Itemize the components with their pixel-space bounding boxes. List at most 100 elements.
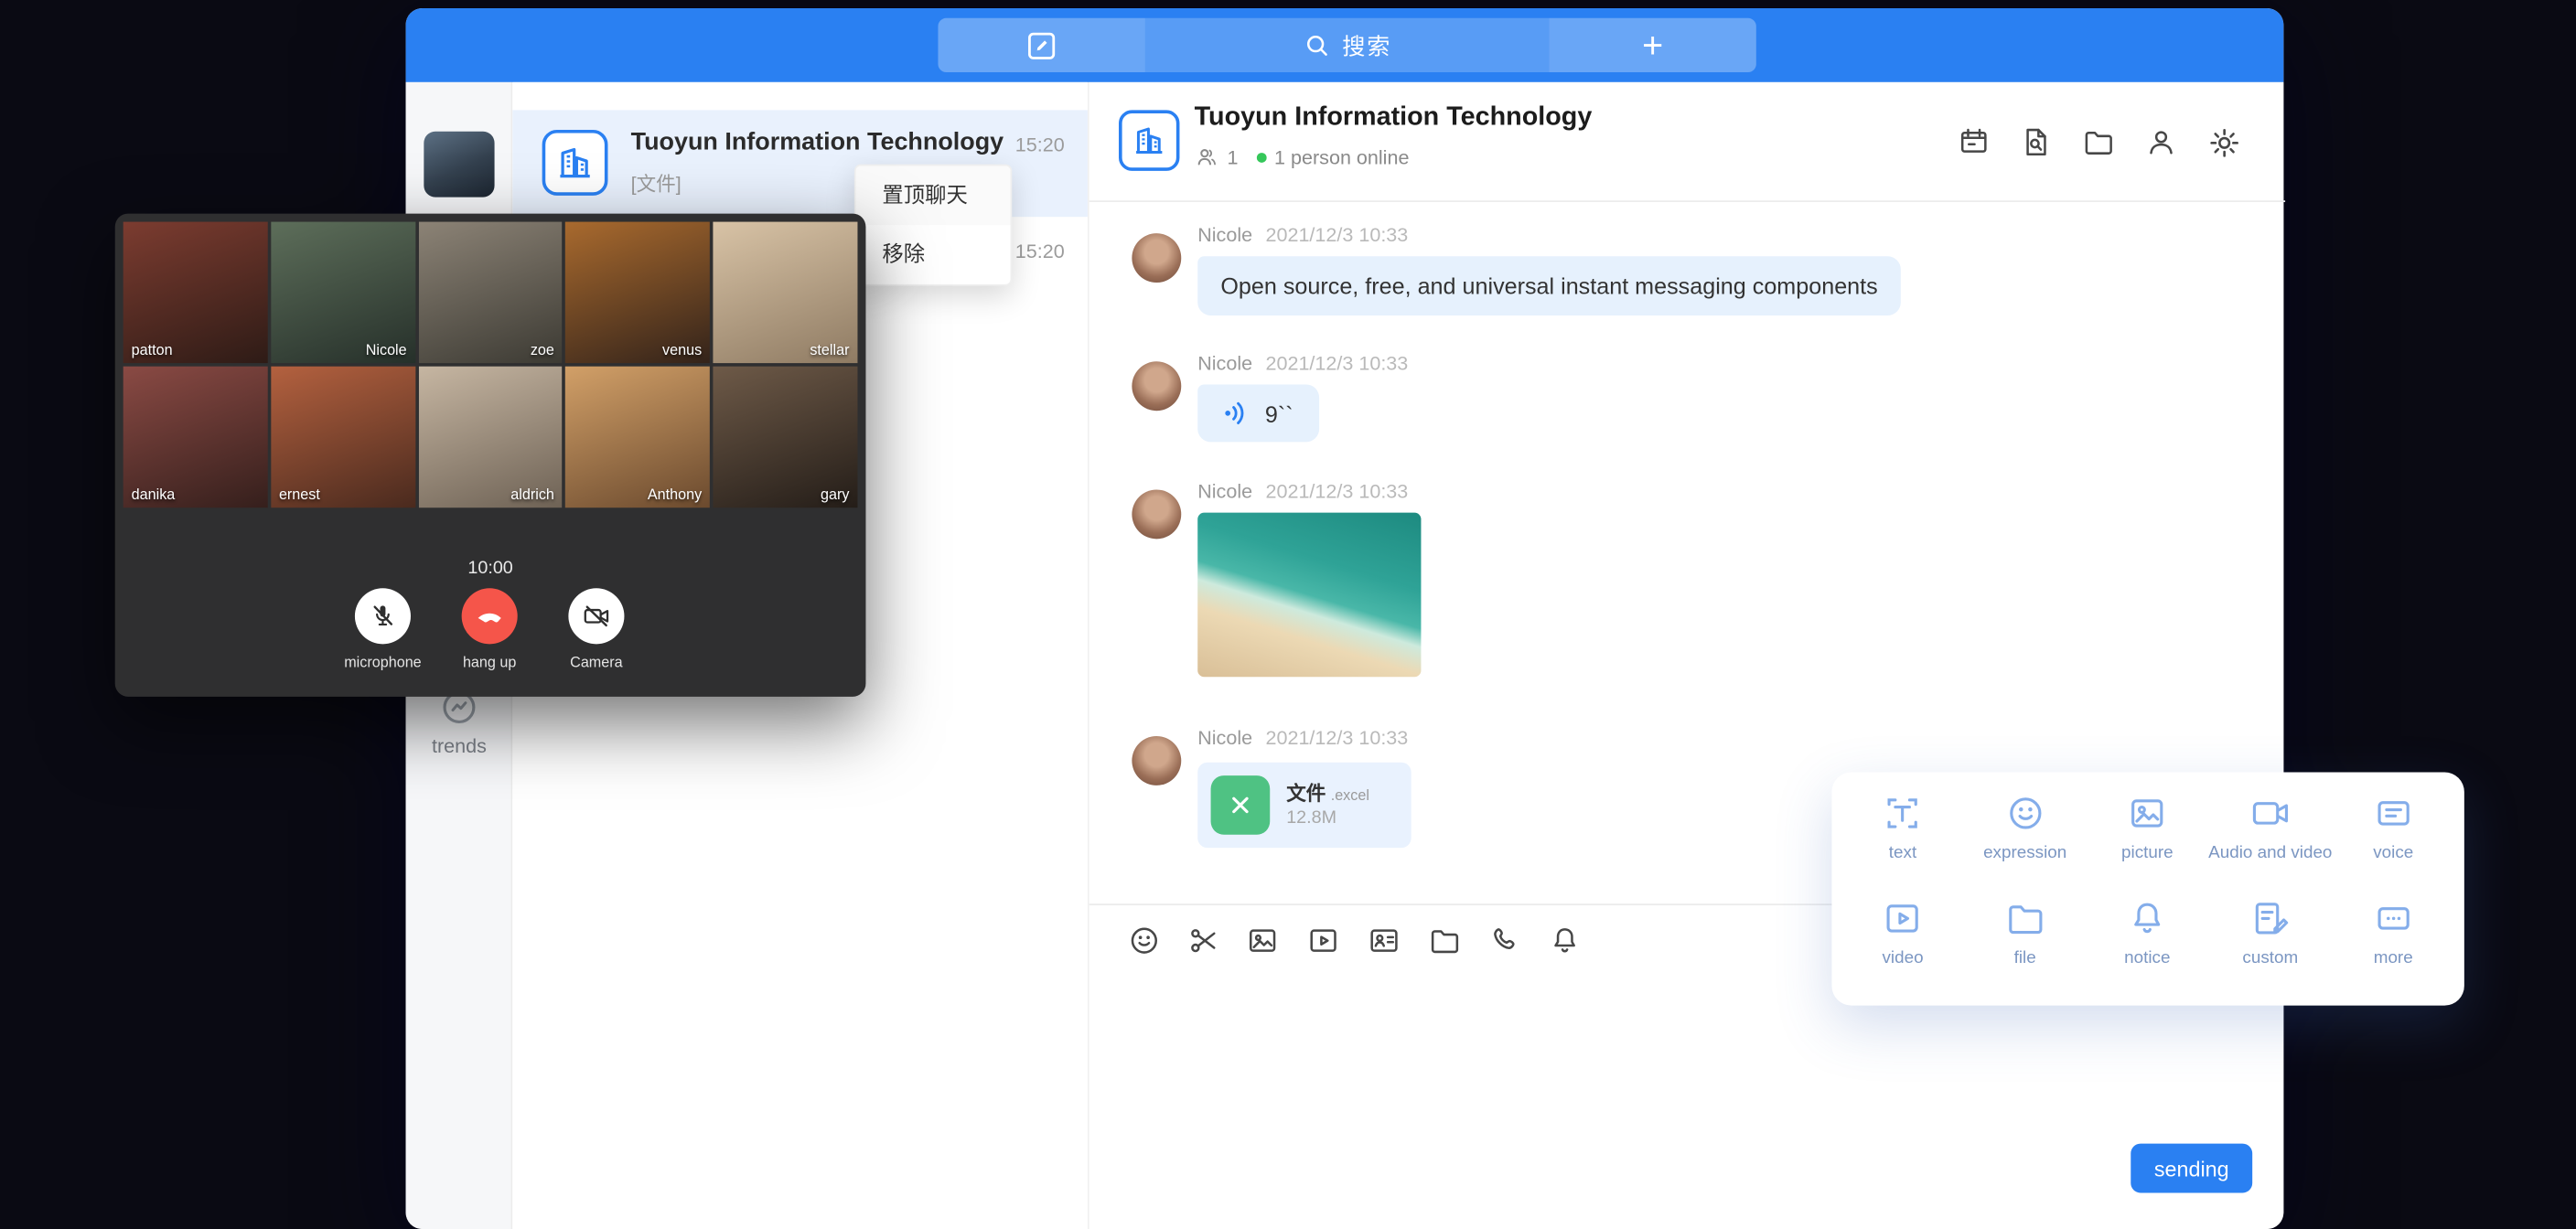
file-size: 12.8M bbox=[1286, 808, 1336, 828]
sender-name: Nicole bbox=[1197, 223, 1252, 246]
online-dot bbox=[1256, 152, 1266, 162]
plus-icon: + bbox=[1642, 27, 1663, 64]
contact-card-icon[interactable] bbox=[1367, 924, 1401, 958]
participant-name: aldrich bbox=[510, 486, 554, 503]
participant-tile[interactable]: Nicole bbox=[271, 222, 415, 364]
topbar: 搜索 + bbox=[406, 8, 2284, 82]
context-menu: 置顶聊天 移除 bbox=[854, 165, 1012, 286]
voice-wave-icon bbox=[1220, 398, 1251, 429]
participant-tile[interactable]: venus bbox=[565, 222, 710, 364]
participant-name: danika bbox=[132, 486, 176, 503]
conversation-time: 15:20 bbox=[1015, 134, 1065, 156]
call-icon[interactable] bbox=[1488, 924, 1523, 958]
more-icon bbox=[2372, 897, 2415, 940]
message-time: 2021/12/3 10:33 bbox=[1265, 726, 1408, 749]
panel-item-file[interactable]: file bbox=[1964, 897, 2087, 992]
participant-tile[interactable]: gary bbox=[714, 367, 858, 508]
panel-item-audio-video[interactable]: Audio and video bbox=[2208, 792, 2332, 887]
image-icon[interactable] bbox=[1245, 924, 1280, 958]
participant-name: Nicole bbox=[366, 342, 407, 358]
panel-item-more[interactable]: more bbox=[2332, 897, 2454, 992]
file-message-card[interactable]: 文件 .excel 12.8M bbox=[1197, 763, 1411, 848]
camera-off-icon bbox=[582, 602, 611, 631]
add-button[interactable]: + bbox=[1550, 18, 1756, 72]
panel-item-text[interactable]: text bbox=[1841, 792, 1964, 887]
participant-name: zoe bbox=[531, 342, 554, 358]
folder-icon[interactable] bbox=[1428, 924, 1463, 958]
microphone-toggle-button[interactable] bbox=[355, 588, 411, 644]
message-meta: Nicole 2021/12/3 10:33 bbox=[1197, 726, 1408, 749]
sender-avatar[interactable] bbox=[1132, 489, 1181, 539]
image-message-thumbnail[interactable] bbox=[1197, 513, 1421, 678]
participant-tile[interactable]: danika bbox=[123, 367, 268, 508]
compose-note-button[interactable] bbox=[938, 18, 1144, 72]
panel-item-voice[interactable]: voice bbox=[2332, 792, 2454, 887]
participant-tile[interactable]: stellar bbox=[714, 222, 858, 364]
file-extension: .excel bbox=[1331, 787, 1369, 804]
participant-name: stellar bbox=[810, 342, 849, 358]
sidebar-item-trends[interactable]: trends bbox=[406, 687, 513, 757]
search-icon bbox=[1303, 31, 1331, 59]
expression-icon bbox=[2003, 792, 2046, 835]
menu-item-pin-chat[interactable]: 置顶聊天 bbox=[856, 166, 1011, 225]
emoji-icon[interactable] bbox=[1127, 924, 1162, 958]
panel-item-custom[interactable]: custom bbox=[2208, 897, 2332, 992]
excel-file-icon bbox=[1211, 775, 1271, 835]
sender-avatar[interactable] bbox=[1132, 361, 1181, 411]
panel-item-notice[interactable]: notice bbox=[2087, 897, 2209, 992]
menu-item-remove[interactable]: 移除 bbox=[856, 225, 1011, 284]
voice-message-bubble[interactable]: 9`` bbox=[1197, 384, 1319, 442]
file-folder-icon bbox=[2003, 897, 2046, 940]
notification-bell-icon[interactable] bbox=[1548, 924, 1583, 958]
search-bar[interactable]: 搜索 bbox=[1145, 18, 1550, 72]
chat-area: Tuoyun Information Technology 1 1 person… bbox=[1088, 82, 2283, 1229]
folder-icon[interactable] bbox=[2081, 125, 2116, 160]
video-play-icon bbox=[1882, 897, 1925, 940]
message-time: 2021/12/3 10:33 bbox=[1265, 480, 1408, 503]
compose-note-icon bbox=[1024, 27, 1060, 64]
chat-meta: 1 1 person online bbox=[1195, 144, 1410, 169]
conversation-title: Tuoyun Information Technology bbox=[631, 128, 1004, 156]
chat-group-building-icon bbox=[1119, 110, 1179, 170]
screenshot-scissors-icon[interactable] bbox=[1186, 924, 1221, 958]
participant-tile[interactable]: Anthony bbox=[565, 367, 710, 508]
panel-item-picture[interactable]: picture bbox=[2087, 792, 2209, 887]
settings-icon[interactable] bbox=[2206, 125, 2243, 162]
my-avatar[interactable] bbox=[424, 132, 494, 198]
file-name: 文件 bbox=[1286, 782, 1326, 805]
participant-name: patton bbox=[132, 342, 173, 358]
send-button[interactable]: sending bbox=[2131, 1144, 2252, 1193]
message-time: 2021/12/3 10:33 bbox=[1265, 352, 1408, 375]
camera-label: Camera bbox=[531, 654, 662, 670]
participant-tile[interactable]: zoe bbox=[418, 222, 563, 364]
participant-tile[interactable]: patton bbox=[123, 222, 268, 364]
sender-name: Nicole bbox=[1197, 480, 1252, 503]
notice-bell-icon bbox=[2126, 897, 2169, 940]
member-count: 1 bbox=[1228, 145, 1239, 168]
call-timer: 10:00 bbox=[115, 559, 866, 579]
participant-name: venus bbox=[662, 342, 702, 358]
video-call-window: patton Nicole zoe venus stellar danika e… bbox=[115, 214, 866, 697]
panel-item-video[interactable]: video bbox=[1841, 897, 1964, 992]
participant-tile[interactable]: ernest bbox=[271, 367, 415, 508]
participant-name: gary bbox=[821, 486, 849, 503]
conversation-subtitle: [文件] bbox=[631, 169, 682, 198]
message-meta: Nicole 2021/12/3 10:33 bbox=[1197, 352, 1408, 375]
panel-item-expression[interactable]: expression bbox=[1964, 792, 2087, 887]
message-type-panel: text expression picture Audio and video … bbox=[1831, 772, 2463, 1005]
audio-video-icon bbox=[2249, 792, 2292, 835]
sender-avatar[interactable] bbox=[1132, 233, 1181, 283]
camera-toggle-button[interactable] bbox=[568, 588, 624, 644]
hang-up-button[interactable] bbox=[462, 588, 518, 644]
members-icon bbox=[1195, 144, 1219, 169]
participant-tile[interactable]: aldrich bbox=[418, 367, 563, 508]
announcement-icon[interactable] bbox=[1957, 125, 1991, 160]
member-icon[interactable] bbox=[2144, 125, 2179, 160]
text-message-bubble: Open source, free, and universal instant… bbox=[1197, 256, 1901, 315]
text-icon bbox=[1882, 792, 1925, 835]
sender-name: Nicole bbox=[1197, 352, 1252, 375]
sender-avatar[interactable] bbox=[1132, 736, 1181, 785]
video-icon[interactable] bbox=[1306, 924, 1341, 958]
file-search-icon[interactable] bbox=[2019, 125, 2054, 160]
message-meta: Nicole 2021/12/3 10:33 bbox=[1197, 480, 1408, 503]
